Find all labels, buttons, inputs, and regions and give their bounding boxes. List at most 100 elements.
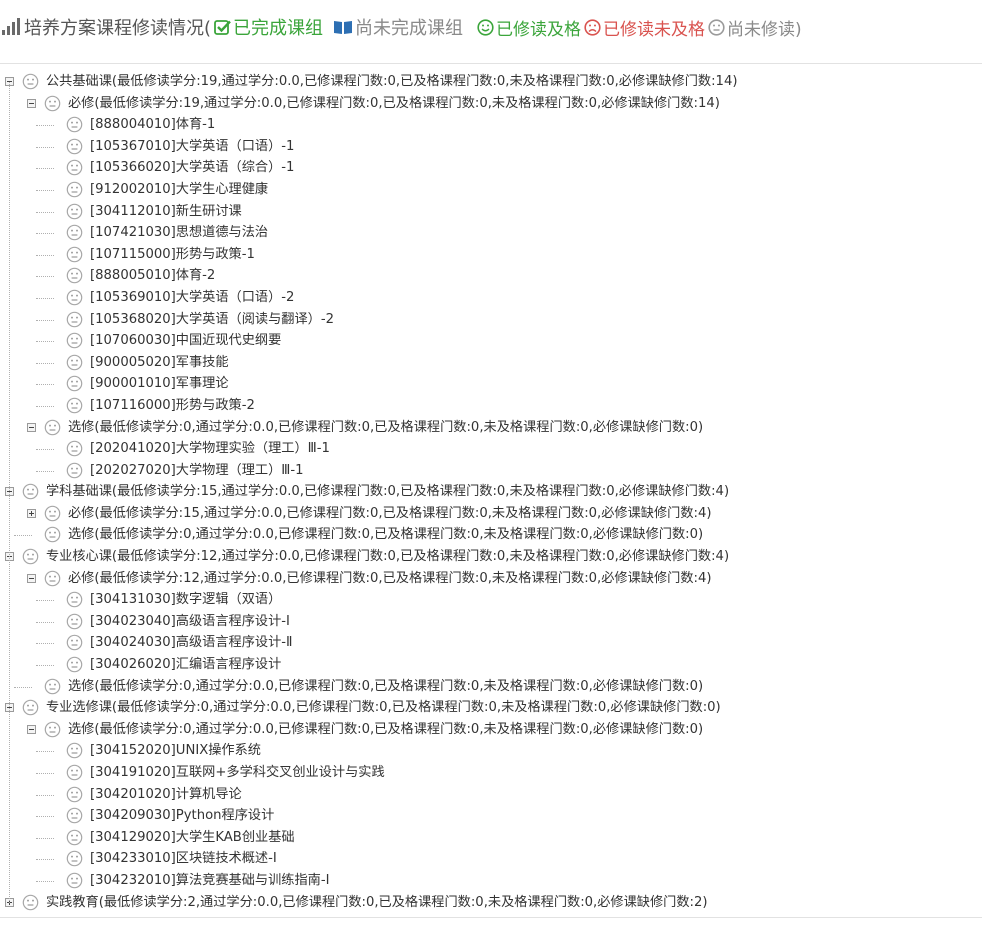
neutral-face-icon [44,526,61,543]
tree-node-label[interactable]: 实践教育(最低修读学分:2,通过学分:0.0,已修课程门数:0,已及格课程门数:… [46,892,708,914]
tree-course-row[interactable]: [105367010]大学英语（口语）-1 [0,136,982,158]
tree-node-label[interactable]: [888004010]体育-1 [90,114,215,136]
neutral-face-icon [66,742,83,759]
tree-course-row[interactable]: [105368020]大学英语（阅读与翻译）-2 [0,309,982,331]
tree-category-row[interactable]: 实践教育(最低修读学分:2,通过学分:0.0,已修课程门数:0,已及格课程门数:… [0,892,982,914]
tree-node-label[interactable]: [304152020]UNIX操作系统 [90,740,261,762]
tree-node-label[interactable]: 必修(最低修读学分:12,通过学分:0.0,已修课程门数:0,已及格课程门数:0… [68,568,712,590]
tree-course-row[interactable]: [304209030]Python程序设计 [0,805,982,827]
neutral-face-icon [66,613,83,630]
tree-node-label[interactable]: [105367010]大学英语（口语）-1 [90,136,294,158]
tree-node-label[interactable]: 必修(最低修读学分:15,通过学分:0.0,已修课程门数:0,已及格课程门数:0… [68,503,712,525]
tree-node-label[interactable]: [912002010]大学生心理健康 [90,179,268,201]
tree-course-row[interactable]: [304201020]计算机导论 [0,784,982,806]
tree-connector [36,449,54,451]
course-tree: 公共基础课(最低修读学分:19,通过学分:0.0,已修课程门数:0,已及格课程门… [0,71,982,913]
tree-course-row[interactable]: [304112010]新生研讨课 [0,201,982,223]
collapse-toggle-icon[interactable] [27,724,36,734]
tree-node-label[interactable]: 学科基础课(最低修读学分:15,通过学分:0.0,已修课程门数:0,已及格课程门… [46,481,729,503]
tree-course-row[interactable]: [304024030]高级语言程序设计-Ⅱ [0,632,982,654]
tree-node-label[interactable]: [304131030]数字逻辑（双语） [90,589,281,611]
tree-node-label[interactable]: 公共基础课(最低修读学分:19,通过学分:0.0,已修课程门数:0,已及格课程门… [46,71,737,93]
tree-course-row[interactable]: [304233010]区块链技术概述-I [0,848,982,870]
neutral-face-icon [66,440,83,457]
tree-course-row[interactable]: [105366020]大学英语（综合）-1 [0,157,982,179]
tree-course-row[interactable]: [304026020]汇编语言程序设计 [0,654,982,676]
neutral-face-icon [66,181,83,198]
page-header: 培养方案课程修读情况( 已完成课组 尚未完成课组 已修读及格 已修读未及格 尚未… [0,0,982,54]
tree-node-label[interactable]: 必修(最低修读学分:19,通过学分:0.0,已修课程门数:0,已及格课程门数:0… [68,93,720,115]
tree-node-label[interactable]: [304112010]新生研讨课 [90,201,242,223]
legend-uncompleted-group: 尚未完成课组 [355,18,464,39]
tree-course-row[interactable]: [900005020]军事技能 [0,352,982,374]
neutral-face-icon [66,462,83,479]
collapse-toggle-icon[interactable] [27,422,36,432]
tree-node-label[interactable]: 专业选修课(最低修读学分:0,通过学分:0.0,已修课程门数:0,已及格课程门数… [46,697,721,719]
tree-group-row[interactable]: 选修(最低修读学分:0,通过学分:0.0,已修课程门数:0,已及格课程门数:0,… [0,719,982,741]
footer-divider [0,917,982,918]
tree-node-label[interactable]: [107421030]思想道德与法治 [90,222,268,244]
tree-node-label[interactable]: [202041020]大学物理实验（理工）Ⅲ-1 [90,438,330,460]
tree-category-row[interactable]: 学科基础课(最低修读学分:15,通过学分:0.0,已修课程门数:0,已及格课程门… [0,481,982,503]
tree-course-row[interactable]: [912002010]大学生心理健康 [0,179,982,201]
tree-course-row[interactable]: [304023040]高级语言程序设计-Ⅰ [0,611,982,633]
tree-course-row[interactable]: [107060030]中国近现代史纲要 [0,330,982,352]
tree-node-label[interactable]: [304232010]算法竞赛基础与训练指南-I [90,870,330,892]
neutral-face-icon [66,591,83,608]
tree-node-label[interactable]: [888005010]体育-2 [90,265,215,287]
tree-node-label[interactable]: [304201020]计算机导论 [90,784,242,806]
neutral-face-icon [22,548,39,565]
tree-node-label[interactable]: [107115000]形势与政策-1 [90,244,255,266]
collapse-toggle-icon[interactable] [27,573,36,583]
tree-node-label[interactable]: [202027020]大学物理（理工）Ⅲ-1 [90,460,304,482]
tree-course-row[interactable]: [304129020]大学生KAB创业基础 [0,827,982,849]
tree-course-row[interactable]: [107421030]思想道德与法治 [0,222,982,244]
tree-node-label[interactable]: 选修(最低修读学分:0,通过学分:0.0,已修课程门数:0,已及格课程门数:0,… [68,417,703,439]
tree-group-row[interactable]: 选修(最低修读学分:0,通过学分:0.0,已修课程门数:0,已及格课程门数:0,… [0,417,982,439]
tree-group-row[interactable]: 必修(最低修读学分:15,通过学分:0.0,已修课程门数:0,已及格课程门数:0… [0,503,982,525]
tree-node-label[interactable]: 选修(最低修读学分:0,通过学分:0.0,已修课程门数:0,已及格课程门数:0,… [68,524,703,546]
tree-course-row[interactable]: [107115000]形势与政策-1 [0,244,982,266]
tree-course-row[interactable]: [202027020]大学物理（理工）Ⅲ-1 [0,460,982,482]
tree-course-row[interactable]: [304131030]数字逻辑（双语） [0,589,982,611]
tree-node-label[interactable]: [304129020]大学生KAB创业基础 [90,827,295,849]
tree-course-row[interactable]: [107116000]形势与政策-2 [0,395,982,417]
tree-group-row[interactable]: 必修(最低修读学分:12,通过学分:0.0,已修课程门数:0,已及格课程门数:0… [0,568,982,590]
tree-node-label[interactable]: 专业核心课(最低修读学分:12,通过学分:0.0,已修课程门数:0,已及格课程门… [46,546,729,568]
tree-group-row[interactable]: 选修(最低修读学分:0,通过学分:0.0,已修课程门数:0,已及格课程门数:0,… [0,524,982,546]
tree-node-label[interactable]: [107060030]中国近现代史纲要 [90,330,281,352]
tree-node-label[interactable]: [900005020]军事技能 [90,352,229,374]
tree-course-row[interactable]: [304232010]算法竞赛基础与训练指南-I [0,870,982,892]
tree-category-row[interactable]: 专业选修课(最低修读学分:0,通过学分:0.0,已修课程门数:0,已及格课程门数… [0,697,982,719]
tree-course-row[interactable]: [888004010]体育-1 [0,114,982,136]
tree-node-label[interactable]: [107116000]形势与政策-2 [90,395,255,417]
tree-course-row[interactable]: [304152020]UNIX操作系统 [0,740,982,762]
tree-course-row[interactable]: [304191020]互联网+多学科交叉创业设计与实践 [0,762,982,784]
tree-node-label[interactable]: [304233010]区块链技术概述-I [90,848,277,870]
tree-course-row[interactable]: [900001010]军事理论 [0,373,982,395]
tree-connector [36,233,54,235]
book-icon [334,21,353,34]
tree-node-label[interactable]: [304209030]Python程序设计 [90,805,274,827]
tree-node-label[interactable]: [304191020]互联网+多学科交叉创业设计与实践 [90,762,385,784]
expand-toggle-icon[interactable] [27,508,36,518]
tree-node-label[interactable]: 选修(最低修读学分:0,通过学分:0.0,已修课程门数:0,已及格课程门数:0,… [68,676,703,698]
tree-category-row[interactable]: 专业核心课(最低修读学分:12,通过学分:0.0,已修课程门数:0,已及格课程门… [0,546,982,568]
tree-node-label[interactable]: [304024030]高级语言程序设计-Ⅱ [90,632,293,654]
tree-node-label[interactable]: [105366020]大学英语（综合）-1 [90,157,294,179]
collapse-toggle-icon[interactable] [27,98,36,108]
tree-connector [36,751,54,753]
tree-node-label[interactable]: [304026020]汇编语言程序设计 [90,654,281,676]
tree-category-row[interactable]: 公共基础课(最低修读学分:19,通过学分:0.0,已修课程门数:0,已及格课程门… [0,71,982,93]
tree-connector [36,362,54,364]
tree-node-label[interactable]: [105369010]大学英语（口语）-2 [90,287,294,309]
tree-node-label[interactable]: [304023040]高级语言程序设计-Ⅰ [90,611,290,633]
tree-course-row[interactable]: [888005010]体育-2 [0,265,982,287]
tree-node-label[interactable]: [900001010]军事理论 [90,373,229,395]
tree-group-row[interactable]: 选修(最低修读学分:0,通过学分:0.0,已修课程门数:0,已及格课程门数:0,… [0,676,982,698]
tree-node-label[interactable]: 选修(最低修读学分:0,通过学分:0.0,已修课程门数:0,已及格课程门数:0,… [68,719,703,741]
tree-course-row[interactable]: [105369010]大学英语（口语）-2 [0,287,982,309]
tree-group-row[interactable]: 必修(最低修读学分:19,通过学分:0.0,已修课程门数:0,已及格课程门数:0… [0,93,982,115]
tree-course-row[interactable]: [202041020]大学物理实验（理工）Ⅲ-1 [0,438,982,460]
tree-node-label[interactable]: [105368020]大学英语（阅读与翻译）-2 [90,309,334,331]
